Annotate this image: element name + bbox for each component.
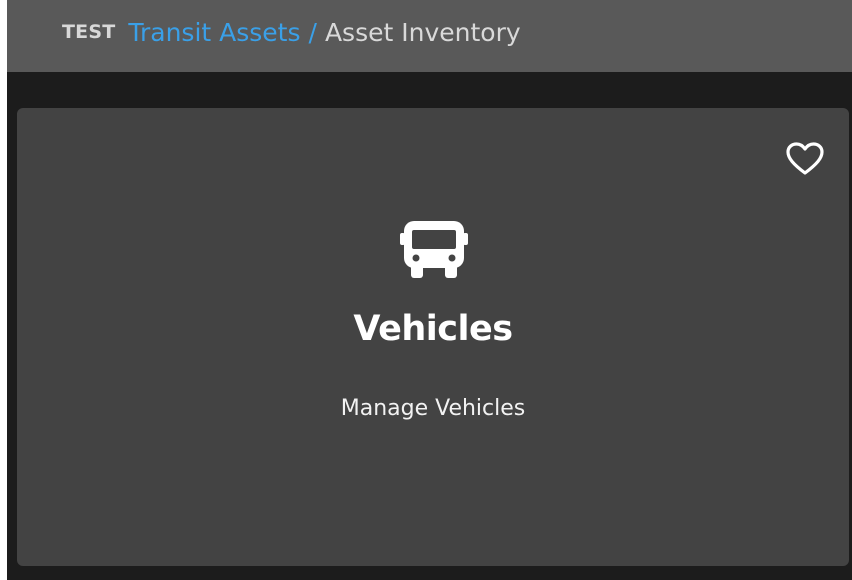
heart-outline-icon [786, 142, 824, 175]
card-title: Vehicles [353, 309, 513, 349]
page-header: TEST Transit Assets / Asset Inventory [7, 0, 852, 72]
card-subtitle: Manage Vehicles [340, 396, 526, 421]
bus-icon [400, 221, 468, 278]
breadcrumb-link-transit-assets[interactable]: Transit Assets [128, 18, 300, 47]
breadcrumb-current-page: Asset Inventory [324, 17, 521, 47]
app-frame: TEST Transit Assets / Asset Inventory Ve… [7, 0, 852, 580]
breadcrumb-separator: / [308, 17, 317, 47]
vehicles-card[interactable]: Vehicles Manage Vehicles [17, 108, 849, 566]
environment-label: TEST [62, 21, 116, 43]
breadcrumb: TEST Transit Assets / Asset Inventory [62, 15, 521, 49]
favorite-button[interactable] [783, 138, 827, 180]
